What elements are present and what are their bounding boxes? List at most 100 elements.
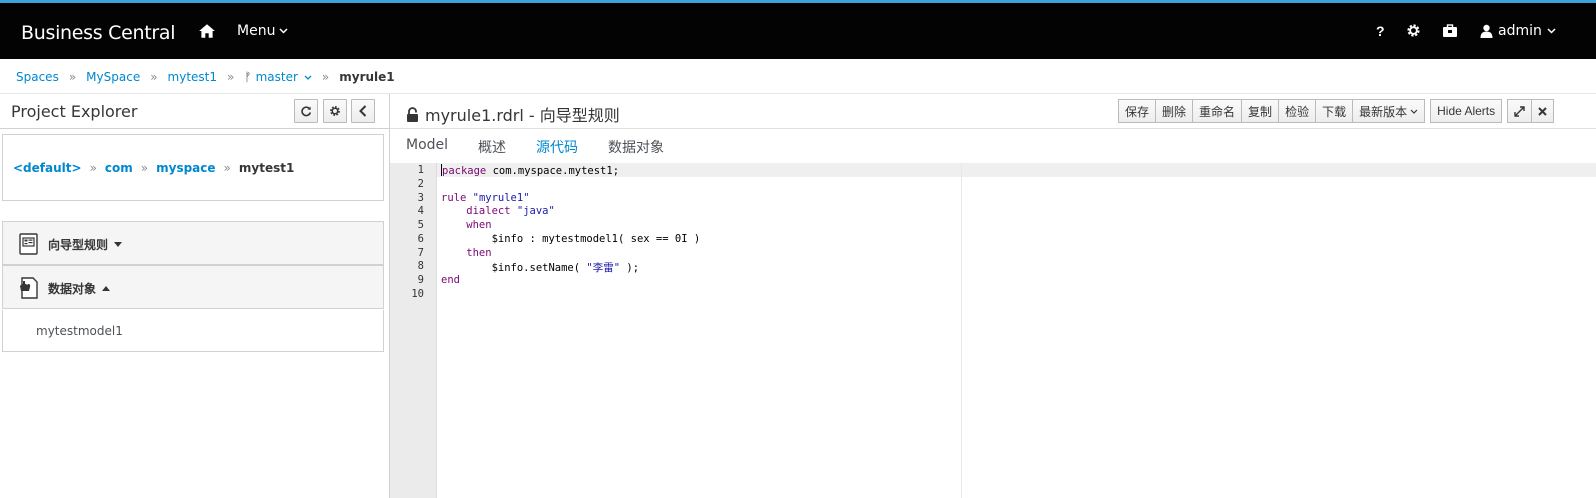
path-separator: »: [89, 161, 97, 175]
panel-title: Project Explorer: [11, 102, 138, 121]
close-button[interactable]: [1531, 99, 1555, 123]
path-separator: »: [223, 161, 231, 175]
code-keyword: when: [441, 219, 492, 231]
code-text: $info : mytestmodel1( sex == 0I ): [441, 233, 701, 245]
breadcrumb-myspace[interactable]: MySpace: [86, 70, 140, 84]
line-number: 1: [417, 164, 424, 176]
code-string: "李雷": [586, 262, 621, 274]
user-icon: [1480, 24, 1493, 38]
line-number: 8: [417, 260, 424, 272]
refresh-button[interactable]: [294, 99, 318, 123]
line-number: 3: [417, 192, 424, 204]
code-keyword: dialect: [441, 205, 511, 217]
gear-icon[interactable]: [1406, 23, 1421, 38]
user-menu[interactable]: admin: [1480, 23, 1556, 39]
maximize-button[interactable]: [1507, 99, 1533, 123]
code-line: $info : mytestmodel1( sex == 0I ): [441, 233, 701, 245]
list-item[interactable]: mytestmodel1: [2, 310, 384, 352]
divider: [0, 128, 390, 129]
brand-title[interactable]: Business Central: [21, 22, 176, 44]
editor-title: myrule1.rdrl - 向导型规则: [406, 102, 620, 126]
code-text: $info.setName(: [441, 262, 587, 274]
path-myspace[interactable]: myspace: [156, 161, 215, 175]
rename-button[interactable]: 重命名: [1192, 99, 1243, 123]
version-label: 最新版本: [1359, 104, 1408, 119]
breadcrumb-project[interactable]: mytest1: [168, 70, 217, 84]
data-object-name: mytestmodel1: [36, 324, 123, 338]
code-editor[interactable]: 1 2 3 4 5 6 7 8 9 10 package com.myspace…: [390, 163, 1596, 498]
save-button[interactable]: 保存: [1118, 99, 1157, 123]
path-current: mytest1: [238, 161, 295, 175]
line-number: 2: [417, 178, 424, 190]
validate-button[interactable]: 检验: [1278, 99, 1317, 123]
chevron-left-icon: [359, 105, 367, 117]
chevron-down-icon: [279, 28, 288, 34]
chevron-down-icon: [1547, 28, 1556, 34]
line-number: 10: [411, 288, 424, 300]
home-icon[interactable]: [198, 22, 216, 40]
code-line: package com.myspace.mytest1;: [441, 164, 619, 177]
line-number: 7: [417, 247, 424, 259]
settings-button[interactable]: [323, 99, 347, 123]
accordion-label: 数据对象: [48, 280, 111, 297]
breadcrumb-current: myrule1: [339, 70, 395, 84]
top-navbar: Business Central Menu ? admin: [0, 0, 1596, 59]
user-name: admin: [1498, 23, 1542, 39]
caret-down-icon: [114, 242, 123, 247]
branch-icon: ᚠ: [244, 70, 252, 84]
code-line: then: [441, 247, 492, 259]
path-separator: »: [140, 161, 149, 175]
code-string: "myrule1": [466, 192, 530, 204]
briefcase-icon[interactable]: [1442, 24, 1458, 38]
expand-icon: [1514, 105, 1525, 117]
code-line: dialect "java": [441, 205, 555, 217]
help-button[interactable]: ?: [1376, 23, 1385, 39]
refresh-icon: [301, 106, 312, 117]
line-number: 4: [417, 205, 424, 217]
code-text: com.myspace.mytest1;: [486, 165, 620, 177]
breadcrumb-separator: »: [150, 70, 158, 84]
code-keyword: package: [442, 165, 487, 177]
copy-button[interactable]: 复制: [1241, 99, 1280, 123]
line-number-gutter: 1 2 3 4 5 6 7 8 9 10: [390, 163, 437, 498]
accordion-data-objects[interactable]: 数据对象: [2, 265, 384, 309]
menu-dropdown[interactable]: Menu: [237, 23, 288, 39]
version-dropdown[interactable]: 最新版本: [1352, 99, 1426, 123]
code-keyword: end: [441, 274, 460, 286]
package-path: <default> » com » myspace » mytest1: [13, 161, 294, 175]
chevron-down-icon[interactable]: [304, 75, 312, 80]
path-default[interactable]: <default>: [13, 161, 82, 175]
code-keyword: rule: [441, 192, 467, 204]
accordion-label: 向导型规则: [48, 236, 123, 253]
path-com[interactable]: com: [105, 161, 133, 175]
menu-label: Menu: [237, 23, 276, 39]
breadcrumb-bar: Spaces » MySpace » mytest1 » ᚠ master » …: [0, 59, 1596, 94]
breadcrumb-spaces[interactable]: Spaces: [16, 70, 59, 84]
breadcrumb-separator: »: [227, 70, 235, 84]
gear-icon: [330, 106, 340, 116]
code-line: end: [441, 274, 460, 286]
line-number: 6: [417, 233, 424, 245]
collapse-panel-button[interactable]: [351, 99, 375, 123]
code-line: $info.setName( "李雷" );: [441, 260, 639, 275]
editor-title-text: myrule1.rdrl - 向导型规则: [425, 106, 620, 125]
hide-alerts-button[interactable]: Hide Alerts: [1430, 99, 1503, 123]
lock-icon[interactable]: [406, 106, 419, 122]
breadcrumb-separator: »: [321, 70, 330, 84]
code-line: when: [441, 219, 492, 231]
delete-button[interactable]: 删除: [1155, 99, 1194, 123]
code-line: rule "myrule1": [441, 192, 530, 204]
data-object-icon: [20, 277, 38, 299]
accordion-guided-rules[interactable]: 向导型规则: [2, 221, 384, 265]
project-explorer-panel: Project Explorer <default> » com » myspa…: [0, 94, 390, 498]
guided-rules-label: 向导型规则: [48, 238, 109, 252]
code-keyword: then: [441, 247, 492, 259]
caret-up-icon: [102, 286, 111, 291]
download-button[interactable]: 下载: [1315, 99, 1354, 123]
breadcrumb: Spaces » MySpace » mytest1 » ᚠ master » …: [16, 70, 395, 84]
guided-rule-icon: [19, 233, 38, 255]
chevron-down-icon: [1410, 109, 1418, 114]
line-number: 5: [417, 219, 424, 231]
breadcrumb-branch[interactable]: master: [256, 70, 298, 84]
divider: [390, 128, 1596, 129]
